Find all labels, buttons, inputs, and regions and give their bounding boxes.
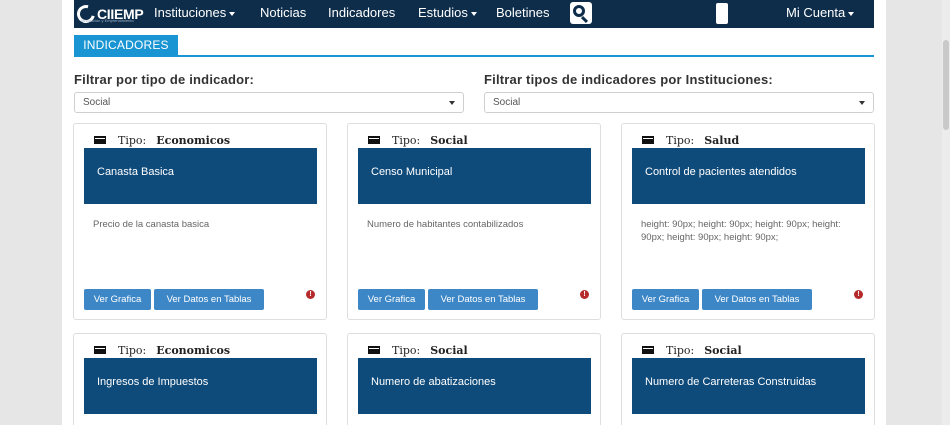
card-title: Control de pacientes atendidos	[632, 148, 865, 204]
nav-estudios-label: Estudios	[418, 5, 468, 20]
exclamation-circle-icon[interactable]: !	[580, 290, 589, 299]
nav-instituciones-label: Instituciones	[154, 5, 227, 20]
nav-noticias-label: Noticias	[260, 5, 307, 20]
card-type-label: Tipo:	[666, 344, 695, 357]
card-title: Censo Municipal	[358, 148, 591, 204]
card-type-label: Tipo:	[392, 134, 421, 147]
nav-indicadores[interactable]: Indicadores	[328, 0, 395, 28]
card-type-label: Tipo:	[118, 344, 147, 357]
exclamation-circle-icon[interactable]: !	[306, 290, 315, 299]
nav-estudios[interactable]: Estudios	[418, 0, 477, 28]
indicator-card: Tipo: Social Numero de Carreteras Constru…	[621, 333, 875, 425]
top-navbar: CIIEMP Innovación y Emprendimiento Insti…	[73, 0, 874, 28]
nav-instituciones[interactable]: Instituciones	[154, 0, 236, 28]
credit-card-icon	[642, 346, 654, 354]
indicator-card: Tipo: Social Censo Municipal Numero de ha…	[347, 123, 601, 320]
nav-boletines[interactable]: Boletines	[496, 0, 549, 28]
view-tables-button[interactable]: Ver Datos en Tablas	[428, 289, 538, 310]
section-title: INDICADORES	[74, 35, 178, 55]
view-tables-button[interactable]: Ver Datos en Tablas	[702, 289, 812, 310]
card-type-value: Social	[704, 344, 742, 357]
credit-card-icon	[368, 346, 380, 354]
indicator-card: Tipo: Economicos Ingresos de Impuestos	[73, 333, 327, 425]
card-type-label: Tipo:	[392, 344, 421, 357]
caret-down-icon	[848, 11, 855, 16]
scrollbar-thumb[interactable]	[943, 40, 949, 130]
filter-institution-select[interactable]: Social	[484, 92, 874, 113]
credit-card-icon	[94, 136, 106, 144]
search-button[interactable]	[570, 2, 592, 24]
view-chart-button[interactable]: Ver Grafica	[84, 289, 151, 310]
caret-down-icon	[229, 11, 236, 16]
card-type: Tipo: Social	[368, 344, 468, 357]
card-type-value: Social	[430, 344, 468, 357]
caret-down-icon	[470, 11, 477, 16]
credit-card-icon	[368, 136, 380, 144]
indicator-card: Tipo: Social Numero de abatizaciones	[347, 333, 601, 425]
card-type-value: Salud	[704, 134, 740, 147]
card-type: Tipo: Economicos	[94, 344, 230, 357]
card-type-label: Tipo:	[118, 134, 147, 147]
filter-type-value: Social	[83, 97, 111, 108]
dropdown-arrow-icon	[449, 101, 455, 105]
view-tables-button[interactable]: Ver Datos en Tablas	[154, 289, 264, 310]
indicator-card: Tipo: Economicos Canasta Basica Precio de…	[73, 123, 327, 320]
filter-institution-label: Filtrar tipos de indicadores por Institu…	[484, 72, 773, 87]
page-scrollbar[interactable]	[942, 0, 950, 425]
search-icon-handle	[580, 15, 589, 24]
card-description: Numero de habitantes contabilizados	[367, 219, 524, 230]
card-title: Canasta Basica	[84, 148, 317, 204]
card-type-value: Economicos	[156, 134, 231, 147]
view-chart-button[interactable]: Ver Grafica	[632, 289, 699, 310]
logo-subtitle: Innovación y Emprendimiento	[81, 18, 134, 23]
view-chart-button[interactable]: Ver Grafica	[358, 289, 425, 310]
section-divider	[74, 55, 874, 57]
credit-card-icon	[642, 136, 654, 144]
nav-indicadores-label: Indicadores	[328, 5, 396, 20]
exclamation-circle-icon[interactable]: !	[854, 290, 863, 299]
nav-account-label: Mi Cuenta	[786, 5, 846, 20]
nav-boletines-label: Boletines	[496, 5, 550, 20]
indicator-card: Tipo: Salud Control de pacientes atendido…	[621, 123, 875, 320]
nav-noticias[interactable]: Noticias	[260, 0, 306, 28]
card-type-value: Social	[430, 134, 468, 147]
credit-card-icon	[94, 346, 106, 354]
card-type: Tipo: Social	[642, 344, 742, 357]
card-type-label: Tipo:	[666, 134, 695, 147]
card-type-value: Economicos	[156, 344, 231, 357]
card-type: Tipo: Salud	[642, 134, 739, 147]
card-title: Numero de Carreteras Construidas	[632, 358, 865, 414]
card-type: Tipo: Social	[368, 134, 468, 147]
filter-type-label: Filtrar por tipo de indicador:	[74, 72, 255, 87]
card-type: Tipo: Economicos	[94, 134, 230, 147]
filter-institution-value: Social	[493, 97, 521, 108]
filter-type-select[interactable]: Social	[74, 92, 464, 113]
card-title: Numero de abatizaciones	[358, 358, 591, 414]
nav-input-box[interactable]	[716, 3, 728, 24]
dropdown-arrow-icon	[859, 101, 865, 105]
nav-mi-cuenta[interactable]: Mi Cuenta	[786, 0, 855, 28]
card-description: height: 90px; height: 90px; height: 90px…	[641, 219, 841, 243]
card-description: Precio de la canasta basica	[93, 219, 210, 230]
card-title: Ingresos de Impuestos	[84, 358, 317, 414]
